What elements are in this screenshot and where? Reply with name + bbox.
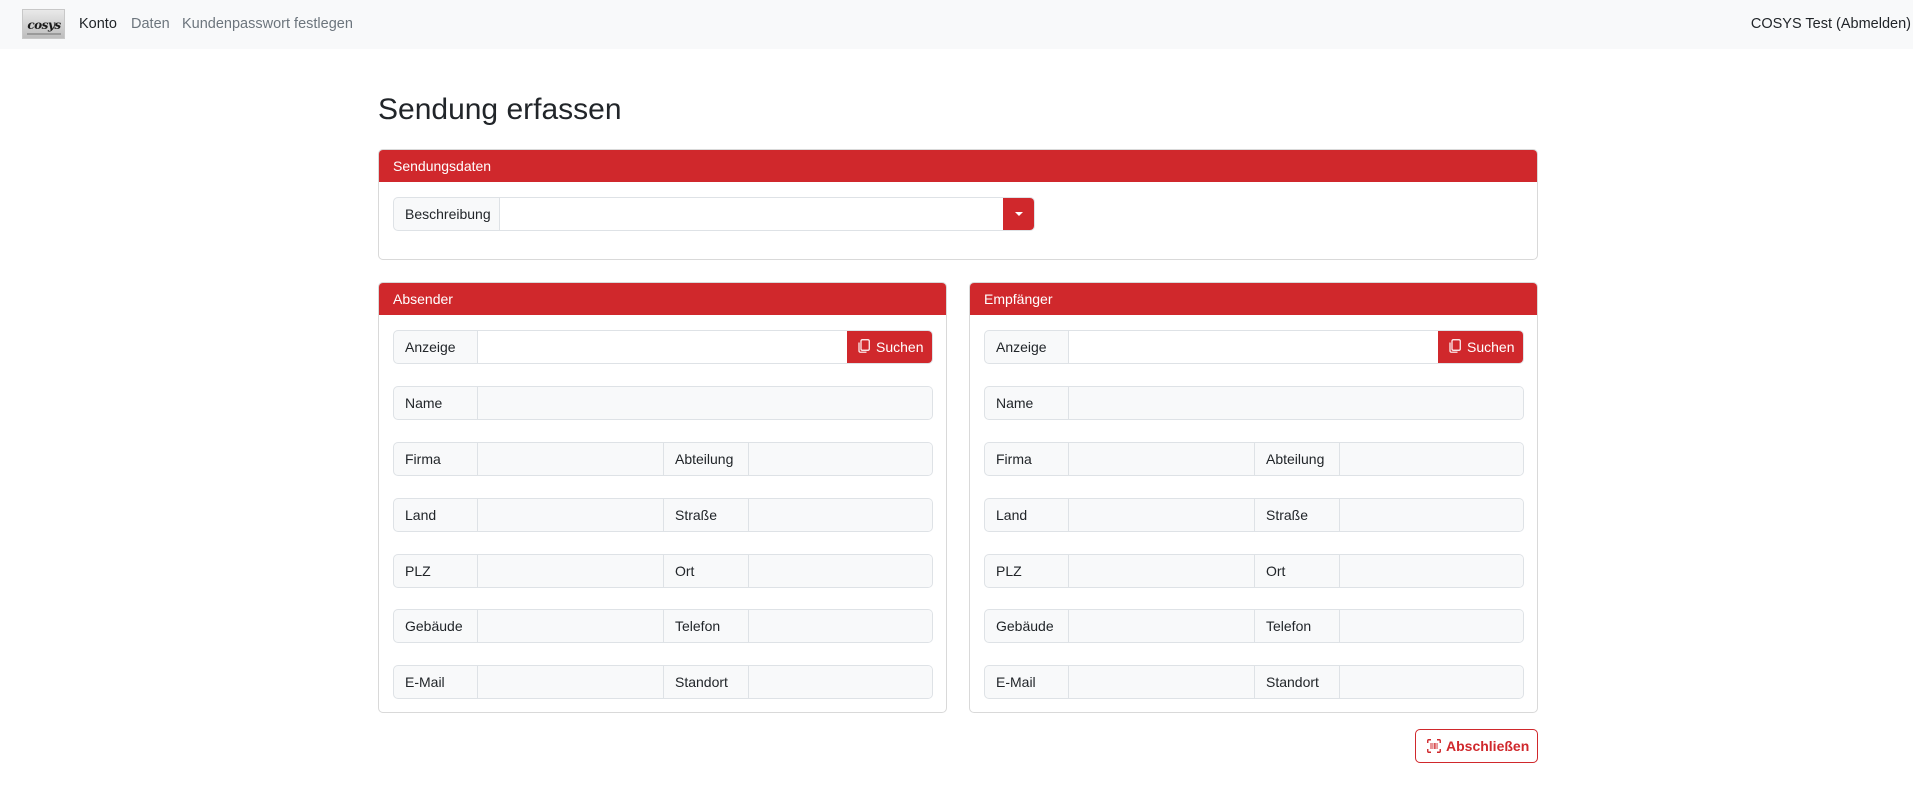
absender-gebaeude-label: Gebäude	[394, 610, 478, 642]
absender-telefon-input[interactable]	[749, 610, 932, 642]
empfaenger-abteilung-label: Abteilung	[1254, 443, 1340, 475]
empfaenger-email-label: E-Mail	[985, 666, 1069, 698]
absender-anzeige-input[interactable]	[478, 331, 848, 363]
empfaenger-ort-label: Ort	[1254, 555, 1340, 587]
absender-ort-label: Ort	[663, 555, 749, 587]
abschliessen-button[interactable]: Abschließen	[1415, 729, 1538, 763]
empfaenger-plz-group: PLZ Ort	[984, 554, 1524, 588]
beschreibung-group: Beschreibung	[393, 197, 1035, 231]
logo-text: cosys	[27, 18, 61, 32]
empfaenger-anzeige-label: Anzeige	[985, 331, 1069, 363]
absender-anzeige-label: Anzeige	[394, 331, 478, 363]
empfaenger-gebaeude-group: Gebäude Telefon	[984, 609, 1524, 643]
absender-search-button[interactable]: Suchen	[847, 331, 932, 363]
empfaenger-land-label: Land	[985, 499, 1069, 531]
beschreibung-dropdown-button[interactable]	[1003, 198, 1034, 230]
empfaenger-card: Empfänger Anzeige Suchen Name Firma Abte…	[969, 282, 1538, 713]
absender-firma-group: Firma Abteilung	[393, 442, 933, 476]
empfaenger-anzeige-group: Anzeige Suchen	[984, 330, 1524, 364]
logo-underline	[27, 33, 61, 35]
empfaenger-gebaeude-input[interactable]	[1069, 610, 1254, 642]
absender-gebaeude-input[interactable]	[478, 610, 663, 642]
absender-abteilung-label: Abteilung	[663, 443, 749, 475]
absender-land-input[interactable]	[478, 499, 663, 531]
nav-link-daten[interactable]: Daten	[131, 16, 170, 32]
absender-standort-input[interactable]	[749, 666, 932, 698]
sendungsdaten-card: Sendungsdaten Beschreibung	[378, 149, 1538, 260]
empfaenger-name-group: Name	[984, 386, 1524, 420]
absender-name-label: Name	[394, 387, 478, 419]
absender-ort-input[interactable]	[749, 555, 932, 587]
empfaenger-email-group: E-Mail Standort	[984, 665, 1524, 699]
empfaenger-land-group: Land Straße	[984, 498, 1524, 532]
abschliessen-label: Abschließen	[1446, 738, 1530, 754]
absender-telefon-label: Telefon	[663, 610, 749, 642]
copy-icon	[1449, 339, 1461, 353]
absender-card: Absender Anzeige Suchen Name Firma Abtei…	[378, 282, 947, 713]
empfaenger-firma-group: Firma Abteilung	[984, 442, 1524, 476]
caret-down-icon	[1015, 212, 1023, 216]
sendungsdaten-header: Sendungsdaten	[379, 150, 1537, 182]
cosys-logo[interactable]: cosys	[22, 9, 65, 39]
empfaenger-telefon-input[interactable]	[1340, 610, 1523, 642]
empfaenger-email-input[interactable]	[1069, 666, 1254, 698]
navbar: cosys Konto Daten Kundenpasswort festleg…	[0, 0, 1913, 49]
empfaenger-search-label: Suchen	[1467, 339, 1515, 355]
absender-strasse-label: Straße	[663, 499, 749, 531]
empfaenger-telefon-label: Telefon	[1254, 610, 1340, 642]
absender-plz-group: PLZ Ort	[393, 554, 933, 588]
absender-firma-label: Firma	[394, 443, 478, 475]
absender-email-group: E-Mail Standort	[393, 665, 933, 699]
absender-email-input[interactable]	[478, 666, 663, 698]
absender-email-label: E-Mail	[394, 666, 478, 698]
empfaenger-search-button[interactable]: Suchen	[1438, 331, 1523, 363]
empfaenger-abteilung-input[interactable]	[1340, 443, 1523, 475]
empfaenger-header: Empfänger	[970, 283, 1537, 315]
empfaenger-gebaeude-label: Gebäude	[985, 610, 1069, 642]
absender-abteilung-input[interactable]	[749, 443, 932, 475]
empfaenger-plz-input[interactable]	[1069, 555, 1254, 587]
empfaenger-anzeige-input[interactable]	[1069, 331, 1439, 363]
beschreibung-input[interactable]	[500, 198, 1003, 230]
page-title: Sendung erfassen	[378, 93, 622, 126]
absender-land-group: Land Straße	[393, 498, 933, 532]
absender-name-input[interactable]	[478, 387, 932, 419]
empfaenger-name-label: Name	[985, 387, 1069, 419]
empfaenger-land-input[interactable]	[1069, 499, 1254, 531]
empfaenger-name-input[interactable]	[1069, 387, 1523, 419]
absender-land-label: Land	[394, 499, 478, 531]
empfaenger-strasse-label: Straße	[1254, 499, 1340, 531]
empfaenger-firma-label: Firma	[985, 443, 1069, 475]
nav-link-kundenpasswort[interactable]: Kundenpasswort festlegen	[182, 16, 353, 32]
absender-strasse-input[interactable]	[749, 499, 932, 531]
empfaenger-strasse-input[interactable]	[1340, 499, 1523, 531]
empfaenger-standort-input[interactable]	[1340, 666, 1523, 698]
absender-plz-label: PLZ	[394, 555, 478, 587]
absender-anzeige-group: Anzeige Suchen	[393, 330, 933, 364]
absender-name-group: Name	[393, 386, 933, 420]
empfaenger-firma-input[interactable]	[1069, 443, 1254, 475]
absender-header: Absender	[379, 283, 946, 315]
user-logout-link[interactable]: COSYS Test (Abmelden)	[1751, 16, 1911, 32]
empfaenger-ort-input[interactable]	[1340, 555, 1523, 587]
beschreibung-label: Beschreibung	[394, 198, 500, 230]
empfaenger-plz-label: PLZ	[985, 555, 1069, 587]
absender-search-label: Suchen	[876, 339, 924, 355]
empfaenger-standort-label: Standort	[1254, 666, 1340, 698]
copy-icon	[858, 339, 870, 353]
absender-firma-input[interactable]	[478, 443, 663, 475]
absender-gebaeude-group: Gebäude Telefon	[393, 609, 933, 643]
absender-standort-label: Standort	[663, 666, 749, 698]
nav-link-konto[interactable]: Konto	[79, 16, 117, 32]
barcode-scan-icon	[1427, 739, 1441, 753]
absender-plz-input[interactable]	[478, 555, 663, 587]
